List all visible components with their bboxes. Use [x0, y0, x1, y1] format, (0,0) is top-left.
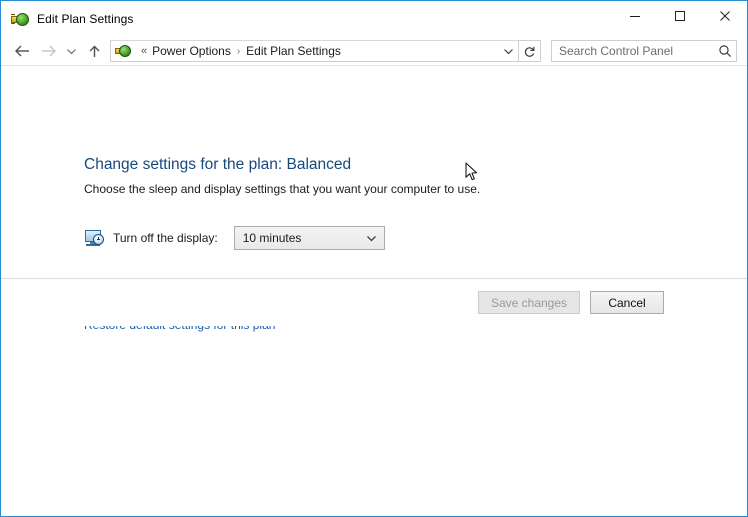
title-bar[interactable]: Edit Plan Settings — [1, 1, 747, 37]
save-changes-button[interactable]: Save changes — [478, 291, 580, 314]
address-breadcrumb-bar[interactable]: « Power Options › Edit Plan Settings — [110, 40, 519, 62]
maximize-button[interactable] — [657, 1, 702, 31]
edit-plan-settings-window: Edit Plan Settings « Power Options › Edi… — [0, 0, 748, 517]
turn-off-display-value: 10 minutes — [242, 231, 302, 245]
page-subtitle: Choose the sleep and display settings th… — [84, 182, 481, 196]
minimize-button[interactable] — [612, 1, 657, 31]
monitor-clock-icon — [84, 228, 104, 248]
refresh-icon[interactable] — [519, 40, 541, 62]
window-title: Edit Plan Settings — [37, 12, 134, 26]
content-panel: Change settings for the plan: Balanced C… — [1, 66, 747, 332]
turn-off-display-select[interactable]: 10 minutes — [233, 226, 385, 250]
cancel-button[interactable]: Cancel — [590, 291, 664, 314]
power-plan-icon — [11, 10, 29, 28]
search-control-panel-box[interactable] — [551, 40, 737, 62]
recent-pages-chevron-icon[interactable] — [61, 38, 81, 64]
chevron-down-icon[interactable] — [360, 234, 384, 243]
dialog-footer: Save changes Cancel — [1, 279, 747, 326]
search-input[interactable] — [552, 43, 714, 59]
navigation-bar: « Power Options › Edit Plan Settings — [1, 37, 747, 65]
mouse-pointer-icon — [465, 162, 478, 181]
page-title: Change settings for the plan: Balanced — [84, 156, 352, 173]
empty-bottom-area — [1, 326, 747, 514]
search-icon[interactable] — [714, 44, 736, 58]
breadcrumb-overflow[interactable]: « — [136, 45, 152, 57]
power-options-icon — [115, 43, 131, 59]
breadcrumb-separator[interactable]: › — [231, 46, 246, 57]
close-button[interactable] — [702, 1, 747, 31]
forward-arrow-icon — [35, 38, 61, 64]
window-controls — [612, 1, 747, 31]
back-arrow-icon[interactable] — [9, 38, 35, 64]
breadcrumb-item-power-options[interactable]: Power Options — [152, 44, 231, 58]
turn-off-display-label: Turn off the display: — [113, 231, 218, 245]
breadcrumb-item-edit-plan-settings[interactable]: Edit Plan Settings — [246, 44, 341, 58]
up-arrow-icon[interactable] — [81, 38, 107, 64]
turn-off-display-row: Turn off the display: 10 minutes — [84, 226, 385, 250]
address-dropdown-chevron-icon[interactable] — [498, 41, 518, 61]
